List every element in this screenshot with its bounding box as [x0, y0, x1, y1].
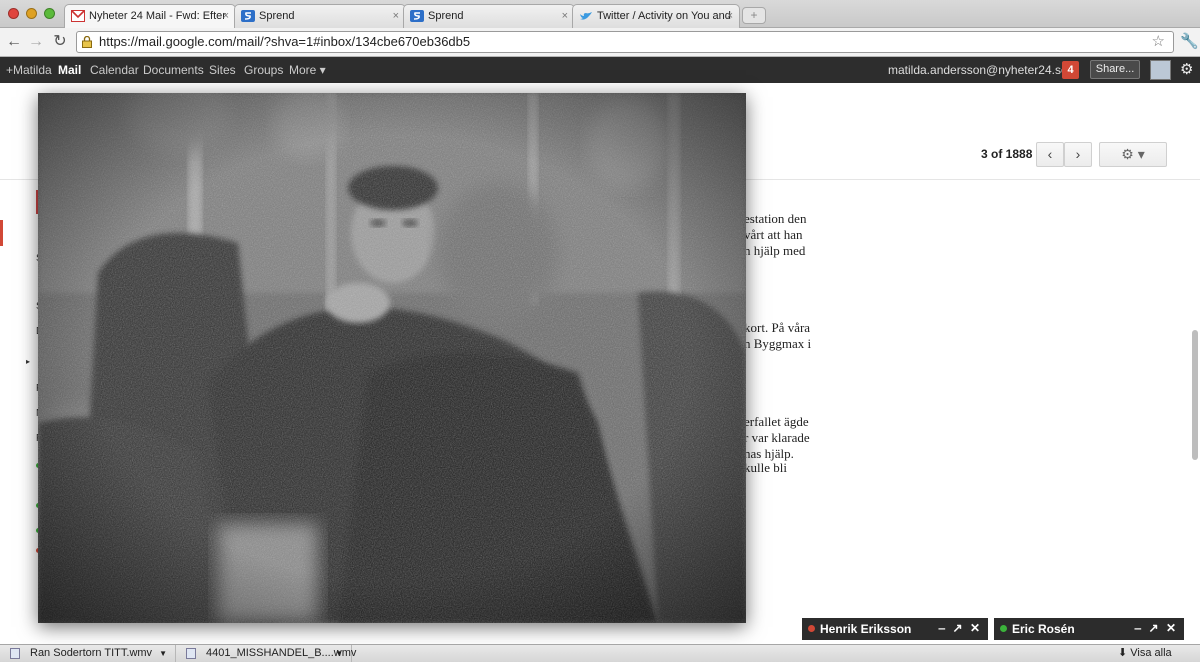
tab-close-icon[interactable]: × [223, 5, 229, 28]
forward-icon[interactable]: → [26, 32, 46, 52]
cctv-photo-preview[interactable] [38, 93, 746, 623]
tab-title: Sprend [259, 10, 295, 22]
left-sidebar: S S D P N F ▸ [0, 183, 43, 623]
video-file-icon [186, 648, 196, 659]
settings-button[interactable]: ⚙ ▾ [1099, 142, 1167, 167]
download-item[interactable]: 4401_MISSHANDEL_B....wmv ▼ [176, 645, 356, 662]
download-item[interactable]: Ran Sodertorn TITT.wmv ▼ [0, 645, 176, 662]
tab-sprend-1[interactable]: Sprend × [234, 4, 406, 28]
download-filename: 4401_MISSHANDEL_B....wmv [206, 647, 357, 659]
notification-badge[interactable]: 4 [1062, 61, 1079, 79]
chat-name: Eric Rosén [1012, 622, 1075, 636]
chat-window-controls[interactable]: ‒ ↗ ✕ [1135, 621, 1178, 635]
twitter-icon [580, 12, 592, 20]
status-busy-icon [808, 625, 815, 632]
tab-twitter[interactable]: Twitter / Activity on You and × [572, 4, 740, 28]
tab-close-icon[interactable]: × [393, 5, 399, 28]
cctv-image [38, 93, 746, 623]
tab-close-icon[interactable]: × [727, 5, 733, 28]
gbar-plus-matilda[interactable]: +Matilda [6, 63, 52, 77]
message-text-line: kulle bli [744, 460, 787, 475]
message-text-line: n Byggmax i [744, 336, 812, 351]
tab-title: Twitter / Activity on You and [597, 10, 731, 22]
tab-close-icon[interactable]: × [562, 5, 568, 28]
message-counter: 3 of 1888 [981, 147, 1033, 161]
chevron-down-icon[interactable]: ▼ [335, 645, 343, 662]
show-all-downloads-link[interactable]: ⬇ Visa alla [1118, 645, 1172, 662]
chat-window-henrik[interactable]: Henrik Eriksson ‒ ↗ ✕ [802, 618, 988, 640]
chat-window-eric[interactable]: Eric Rosén ‒ ↗ ✕ [994, 618, 1184, 640]
back-icon[interactable]: ← [4, 32, 24, 52]
message-text-line: erfallet ägde [744, 414, 809, 429]
new-tab-button[interactable]: + [742, 7, 766, 24]
browser-toolbar: ← → ↻ https://mail.google.com/mail/?shva… [0, 28, 1200, 57]
lock-icon [82, 36, 92, 48]
gbar-more[interactable]: More ▾ [289, 63, 326, 77]
status-available-icon [1000, 625, 1007, 632]
expand-arrow-icon[interactable]: ▸ [26, 357, 30, 366]
url-text: https://mail.google.com/mail/?shva=1#inb… [99, 34, 471, 49]
chat-name: Henrik Eriksson [820, 622, 912, 636]
share-button[interactable]: Share... [1090, 60, 1140, 79]
gbar-calendar[interactable]: Calendar [90, 63, 139, 77]
downloads-bar: Ran Sodertorn TITT.wmv ▼ 4401_MISSHANDEL… [0, 644, 1200, 662]
wrench-icon[interactable]: 🔧 [1180, 32, 1199, 50]
scrollbar[interactable] [1192, 330, 1198, 460]
next-message-button[interactable]: › [1064, 142, 1092, 167]
address-bar[interactable]: https://mail.google.com/mail/?shva=1#inb… [76, 31, 1174, 53]
tab-gmail[interactable]: Nyheter 24 Mail - Fwd: Efter × [64, 4, 236, 28]
tab-title: Sprend [428, 10, 464, 22]
sprend-icon [410, 10, 424, 22]
message-text-line: r var klarade [744, 430, 810, 445]
google-bar: +Matilda Mail Calendar Documents Sites G… [0, 57, 1200, 83]
tab-title: Nyheter 24 Mail - Fwd: Efter [89, 10, 226, 22]
reload-icon[interactable]: ↻ [50, 32, 70, 52]
sprend-icon [241, 10, 255, 22]
message-text-line: vårt att han [744, 227, 803, 242]
gbar-documents[interactable]: Documents [143, 63, 204, 77]
message-text-line: n hjälp med [744, 243, 806, 258]
account-email[interactable]: matilda.andersson@nyheter24.se [888, 63, 1068, 77]
inbox-highlight [0, 220, 3, 246]
chevron-down-icon[interactable]: ▼ [159, 645, 167, 662]
video-file-icon [10, 648, 20, 659]
avatar[interactable] [1150, 60, 1171, 80]
gbar-groups[interactable]: Groups [244, 63, 283, 77]
chat-window-controls[interactable]: ‒ ↗ ✕ [939, 621, 982, 635]
minimize-window-icon[interactable] [26, 8, 37, 19]
message-text-line: kort. På våra [744, 320, 811, 335]
gbar-sites[interactable]: Sites [209, 63, 236, 77]
zoom-window-icon[interactable] [44, 8, 55, 19]
download-filename: Ran Sodertorn TITT.wmv [30, 647, 153, 659]
gmail-icon [71, 10, 85, 22]
previous-message-button[interactable]: ‹ [1036, 142, 1064, 167]
close-window-icon[interactable] [8, 8, 19, 19]
tab-sprend-2[interactable]: Sprend × [403, 4, 575, 28]
tab-strip: Nyheter 24 Mail - Fwd: Efter × Sprend × … [0, 0, 1200, 28]
message-text-line: estation den [744, 211, 807, 226]
gbar-mail[interactable]: Mail [58, 63, 81, 77]
gear-icon[interactable]: ⚙ [1180, 60, 1193, 78]
bookmark-star-icon[interactable]: ☆ [1152, 32, 1165, 52]
